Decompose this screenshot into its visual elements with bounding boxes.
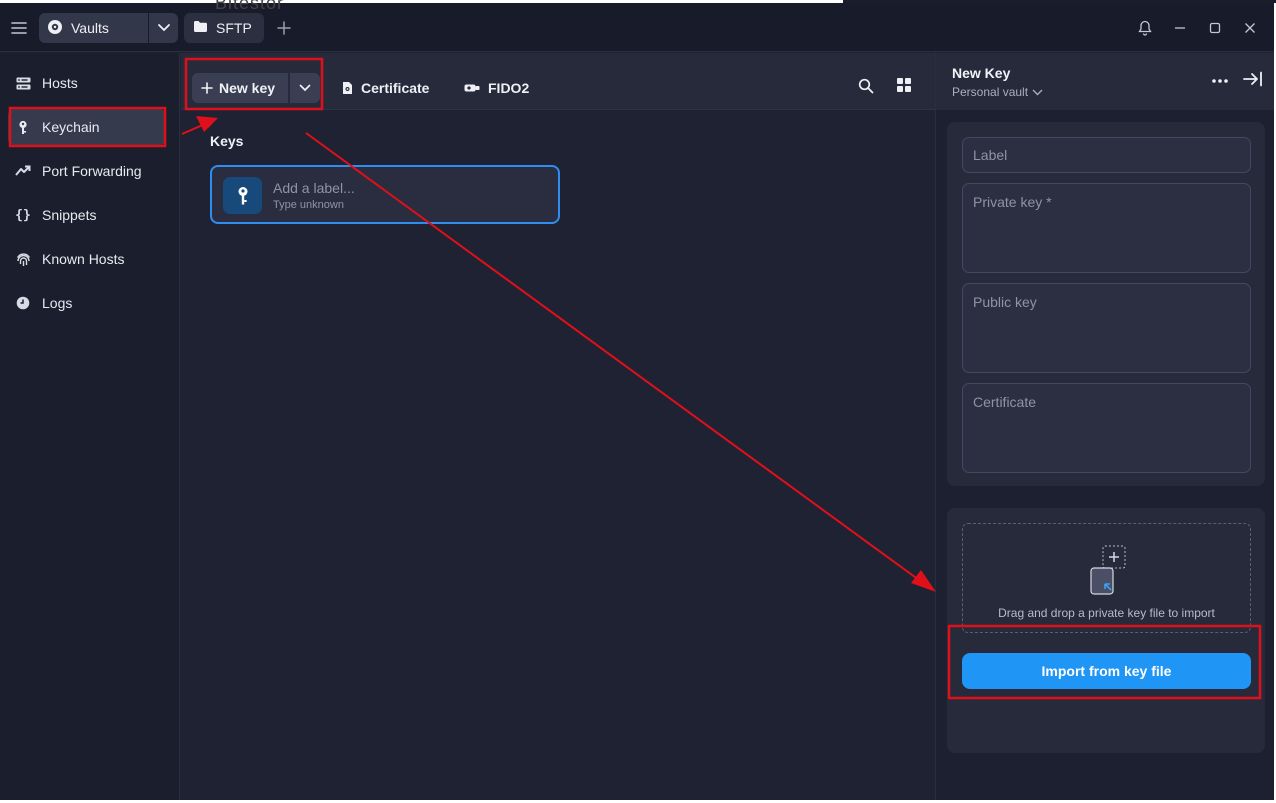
label-input[interactable]: Label [962,137,1251,173]
vault-selector[interactable]: Personal vault [952,85,1043,99]
add-tab-plus-icon[interactable] [272,13,296,43]
hosts-icon [15,75,31,91]
main-content: New key Certificate FIDO2 Keys Add a lab… [181,53,935,800]
search-icon[interactable] [858,78,878,98]
sidebar-item-label: Snippets [42,207,97,223]
window-edge-strip [843,0,1276,3]
key-form: Label Private key * Public key Certifica… [947,122,1265,486]
vault-icon [47,19,63,38]
new-key-panel: New Key Personal vault Label Private key… [935,53,1274,800]
fido2-button[interactable]: FIDO2 [464,73,529,103]
close-icon[interactable] [1240,15,1260,41]
sidebar-item-label: Keychain [42,119,100,135]
collapse-panel-icon[interactable] [1243,71,1265,91]
plus-icon [201,82,213,94]
port-forwarding-icon [15,163,31,179]
vaults-tab-label: Vaults [71,20,109,36]
braces-icon: {} [15,207,31,223]
sidebar-item-port-forwarding[interactable]: Port Forwarding [8,153,166,189]
keychain-toolbar: New key Certificate FIDO2 [181,53,935,110]
new-key-dropdown-button[interactable] [290,73,320,103]
certificate-input[interactable]: Certificate [962,383,1251,473]
key-card[interactable]: Add a label... Type unknown [210,165,560,224]
chevron-down-icon [1032,89,1043,95]
maximize-icon[interactable] [1205,15,1225,41]
sidebar-item-label: Logs [42,295,73,311]
hamburger-menu-icon[interactable] [6,13,32,43]
grid-view-icon[interactable] [897,78,919,100]
private-key-input[interactable]: Private key * [962,183,1251,273]
panel-title: New Key [952,65,1011,81]
import-from-key-file-button[interactable]: Import from key file [962,653,1251,689]
app-window: Vaults SFTP Hosts Keychain Port Forwardi… [0,3,1274,800]
key-card-type: Type unknown [273,199,344,211]
sidebar-item-label: Known Hosts [42,251,125,267]
sidebar-item-logs[interactable]: Logs [8,285,166,321]
more-options-icon[interactable] [1211,71,1231,91]
key-icon [223,177,262,214]
new-key-label: New key [219,80,276,96]
sftp-tab-label: SFTP [216,20,252,36]
new-key-button[interactable]: New key [192,73,288,103]
vaults-tab[interactable]: Vaults [39,13,148,43]
file-import-icon [1090,545,1126,595]
panel-header: New Key Personal vault [936,53,1274,110]
folder-icon [193,20,208,36]
sidebar-item-keychain[interactable]: Keychain [8,109,166,145]
sidebar-item-hosts[interactable]: Hosts [8,65,166,101]
sidebar-item-label: Hosts [42,75,78,91]
security-key-icon [464,84,480,92]
certificate-icon [343,82,352,94]
public-key-input[interactable]: Public key [962,283,1251,373]
certificate-button[interactable]: Certificate [342,73,429,103]
vault-selector-label: Personal vault [952,85,1029,99]
vaults-dropdown-button[interactable] [149,13,178,43]
key-card-label: Add a label... [273,180,355,196]
title-bar: Vaults SFTP [0,3,1274,52]
clipped-background-text: Bitestor [215,0,285,13]
key-icon [15,119,31,135]
fingerprint-icon [15,251,31,267]
fido2-label: FIDO2 [488,80,530,96]
chevron-down-icon [299,84,311,92]
sidebar-item-label: Port Forwarding [42,163,142,179]
certificate-label: Certificate [361,80,430,96]
bell-icon[interactable] [1135,15,1155,41]
chevron-down-icon [157,24,170,32]
drop-zone-text: Drag and drop a private key file to impo… [998,606,1215,620]
keys-section-title: Keys [210,133,244,149]
clock-icon [15,295,31,311]
sidebar-item-snippets[interactable]: {} Snippets [8,197,166,233]
sftp-tab[interactable]: SFTP [184,13,264,43]
drop-zone[interactable]: Drag and drop a private key file to impo… [962,523,1251,633]
import-section: Drag and drop a private key file to impo… [947,508,1265,753]
sidebar: Hosts Keychain Port Forwarding {} Snippe… [0,53,180,800]
sidebar-item-known-hosts[interactable]: Known Hosts [8,241,166,277]
minimize-icon[interactable] [1170,15,1190,41]
